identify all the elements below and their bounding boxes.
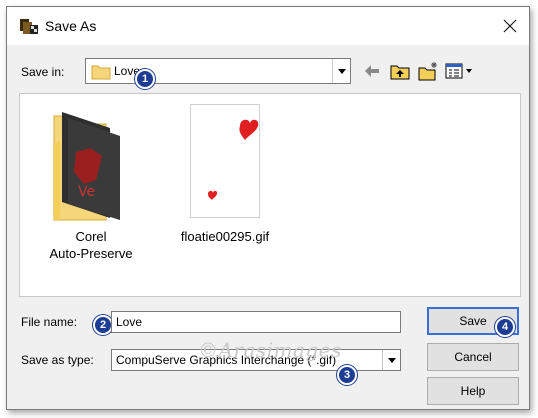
badge-3: 3 — [337, 365, 357, 385]
badge-4: 4 — [495, 317, 515, 337]
file-name-label: Corel Auto-Preserve — [36, 228, 146, 262]
window-title: Save As — [45, 18, 97, 34]
file-list[interactable]: Ve Corel Auto-Preserve floatie00295.gif — [19, 93, 521, 297]
title-bar: Save As — [7, 7, 529, 45]
file-name-input[interactable]: Love — [111, 311, 401, 333]
view-menu-icon[interactable] — [445, 61, 475, 81]
save-in-dropdown-arrow[interactable] — [332, 59, 350, 83]
save-as-type-dropdown-arrow[interactable] — [382, 350, 400, 370]
badge-2: 2 — [93, 315, 113, 335]
chevron-down-icon — [337, 68, 346, 74]
new-folder-icon[interactable] — [417, 61, 439, 81]
folder-icon: Ve — [50, 104, 130, 227]
folder-icon — [91, 63, 111, 80]
gif-thumbnail — [190, 104, 260, 221]
close-icon — [503, 19, 517, 33]
save-in-dropdown[interactable]: Love — [85, 58, 351, 84]
file-name-line1: Corel — [75, 229, 107, 244]
up-folder-icon[interactable] — [389, 61, 411, 81]
file-name-line2: Auto-Preserve — [49, 246, 133, 261]
cancel-button[interactable]: Cancel — [427, 343, 519, 371]
save-in-label: Save in: — [21, 65, 65, 79]
save-as-type-label: Save as type: — [21, 353, 94, 367]
close-button[interactable] — [497, 13, 523, 39]
file-name-label: File name: — [21, 315, 78, 329]
chevron-down-icon — [387, 357, 396, 363]
app-icon — [19, 17, 39, 35]
watermark-text: ©Arasimages — [198, 338, 342, 362]
back-arrow-icon[interactable] — [361, 61, 383, 81]
file-name-label: floatie00295.gif — [180, 229, 270, 244]
help-button[interactable]: Help — [427, 377, 519, 405]
badge-1: 1 — [135, 69, 155, 89]
file-name-value: Love — [116, 315, 143, 329]
svg-text:Ve: Ve — [78, 184, 95, 200]
